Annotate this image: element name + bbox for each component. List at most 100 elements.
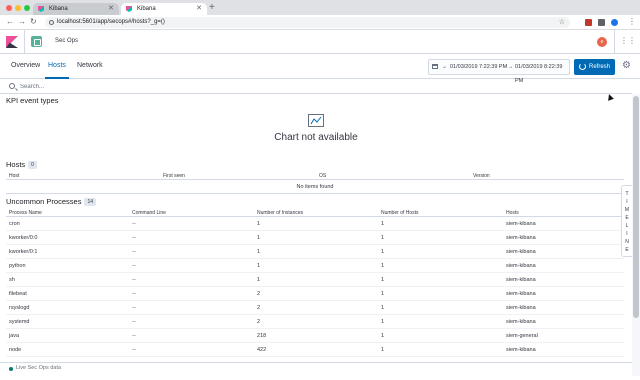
column-header[interactable]: Version xyxy=(473,173,490,179)
host-name[interactable]: siem-kibana xyxy=(506,347,536,353)
chevron-down-icon[interactable]: ⌄ xyxy=(442,60,447,74)
table-row: kworker/0:1 -- 1 1 siem-kibana xyxy=(6,245,624,259)
column-header[interactable]: Command Line xyxy=(132,210,166,216)
host-name[interactable]: siem-kibana xyxy=(506,305,536,311)
hosts-count: 1 xyxy=(381,277,385,283)
chart-not-available: Chart not available xyxy=(0,110,632,150)
timeline-letter: I xyxy=(626,231,628,237)
empty-table-message: No items found xyxy=(6,180,624,194)
reload-icon[interactable]: ↻ xyxy=(30,17,37,27)
process-name: systemd xyxy=(9,319,30,325)
host-name[interactable]: siem-kibana xyxy=(506,249,536,255)
browser-toolbar: ← → ↻ localhost:5601/app/secops#/hosts?_… xyxy=(0,15,640,30)
site-info-icon[interactable] xyxy=(49,20,54,25)
column-header[interactable]: Host xyxy=(9,173,19,179)
timeline-letter: E xyxy=(625,247,629,253)
host-name[interactable]: siem-kibana xyxy=(506,263,536,269)
instances-count: 218 xyxy=(257,333,267,339)
command-line: -- xyxy=(132,305,136,311)
host-name[interactable]: siem-kibana xyxy=(506,291,536,297)
column-header[interactable]: Number of Hosts xyxy=(381,210,419,216)
table-row: python -- 1 1 siem-kibana xyxy=(6,259,624,273)
hosts-count: 1 xyxy=(381,249,385,255)
uncommon-count-badge: 14 xyxy=(84,198,97,207)
hosts-count: 1 xyxy=(381,263,385,269)
tab-network[interactable]: Network xyxy=(77,62,103,69)
table-row: node -- 422 1 siem-kibana xyxy=(6,343,624,357)
timeline-letter: N xyxy=(625,239,629,245)
host-name[interactable]: siem-kibana xyxy=(506,319,536,325)
column-header[interactable]: Hosts xyxy=(506,210,519,216)
column-header[interactable]: Number of Instances xyxy=(257,210,303,216)
extension-icon[interactable] xyxy=(585,19,592,26)
command-line: -- xyxy=(132,277,136,283)
refresh-button[interactable]: Refresh xyxy=(574,59,615,75)
table-row: sh -- 1 1 siem-kibana xyxy=(6,273,624,287)
date-start[interactable]: 01/03/2019 7:22:39 PM xyxy=(450,60,507,74)
host-name[interactable]: siem-general xyxy=(506,333,538,339)
close-tab-icon[interactable]: ✕ xyxy=(108,3,114,15)
date-range-picker[interactable]: ⌄ 01/03/2019 7:22:39 PM → 01/03/2019 8:2… xyxy=(428,59,570,84)
browser-tab-1[interactable]: Kibana ✕ xyxy=(33,3,119,15)
browser-tab-title: Kibana xyxy=(137,6,156,12)
process-name: node xyxy=(9,347,22,353)
forward-arrow-icon[interactable]: → xyxy=(18,17,26,27)
header-divider xyxy=(614,30,615,54)
scrollbar-thumb[interactable] xyxy=(633,96,639,318)
browser-tab-2[interactable]: Kibana ✕ xyxy=(121,3,207,15)
secops-app-icon[interactable] xyxy=(31,36,42,47)
process-name: filebeat xyxy=(9,291,27,297)
table-header: Process Name Command Line Number of Inst… xyxy=(6,208,624,217)
maximize-window-button[interactable] xyxy=(24,5,30,11)
table-row: rsyslogd -- 2 1 siem-kibana xyxy=(6,301,624,315)
chart-icon xyxy=(308,114,324,127)
live-data-footer: Live Sec Ops data xyxy=(0,362,632,374)
tab-hosts[interactable]: Hosts xyxy=(48,62,66,69)
calendar-icon[interactable] xyxy=(432,64,438,69)
browser-tab-title: Kibana xyxy=(49,6,68,12)
command-line: -- xyxy=(132,249,136,255)
live-data-label: Live Sec Ops data xyxy=(16,365,61,371)
avatar[interactable]: e xyxy=(597,37,607,47)
kibana-header: Sec Ops e ⋮⋮ xyxy=(0,30,640,54)
column-header[interactable]: Process Name xyxy=(9,210,42,216)
instances-count: 1 xyxy=(257,263,261,269)
minimize-window-button[interactable] xyxy=(15,5,21,11)
hosts-count: 1 xyxy=(381,347,385,353)
breadcrumb[interactable]: Sec Ops xyxy=(55,38,78,44)
help-menu-icon[interactable]: ⋮⋮ xyxy=(620,36,636,45)
host-name[interactable]: siem-kibana xyxy=(506,221,536,227)
extension-icon[interactable] xyxy=(598,19,605,26)
new-tab-button[interactable]: + xyxy=(209,2,215,14)
browser-tab-strip: Kibana ✕ Kibana ✕ + xyxy=(0,0,640,15)
tab-overview[interactable]: Overview xyxy=(11,62,40,69)
column-header[interactable]: First seen xyxy=(163,173,185,179)
search-input[interactable] xyxy=(20,81,320,93)
instances-count: 1 xyxy=(257,277,261,283)
table-row: java -- 218 1 siem-general xyxy=(6,329,624,343)
close-window-button[interactable] xyxy=(6,5,12,11)
browser-menu-icon[interactable]: ⋮ xyxy=(628,17,636,27)
gear-icon[interactable]: ⚙ xyxy=(622,60,631,72)
chart-unavailable-message: Chart not available xyxy=(274,132,358,143)
extension-icon[interactable] xyxy=(611,19,618,26)
column-header[interactable]: OS xyxy=(319,173,326,179)
back-arrow-icon[interactable]: ← xyxy=(6,17,14,27)
host-name[interactable]: siem-kibana xyxy=(506,235,536,241)
instances-count: 2 xyxy=(257,291,261,297)
instances-count: 422 xyxy=(257,347,267,353)
timeline-letter: I xyxy=(626,199,628,205)
header-divider xyxy=(24,30,25,54)
timeline-flyout-button[interactable]: T I M E L I N E xyxy=(621,185,632,257)
table-row: filebeat -- 2 1 siem-kibana xyxy=(6,287,624,301)
live-status-dot xyxy=(9,367,13,371)
hosts-count: 1 xyxy=(381,291,385,297)
address-bar[interactable]: localhost:5601/app/secops#/hosts?_g=() ☆ xyxy=(45,17,570,28)
host-name[interactable]: siem-kibana xyxy=(506,277,536,283)
bookmark-star-icon[interactable]: ☆ xyxy=(559,17,565,28)
close-tab-icon[interactable]: ✕ xyxy=(196,3,202,15)
process-name: kworker/0:1 xyxy=(9,249,38,255)
process-name: kworker/0:0 xyxy=(9,235,38,241)
hosts-table: Host First seen OS Version No items foun… xyxy=(6,171,624,194)
hosts-count: 1 xyxy=(381,305,385,311)
